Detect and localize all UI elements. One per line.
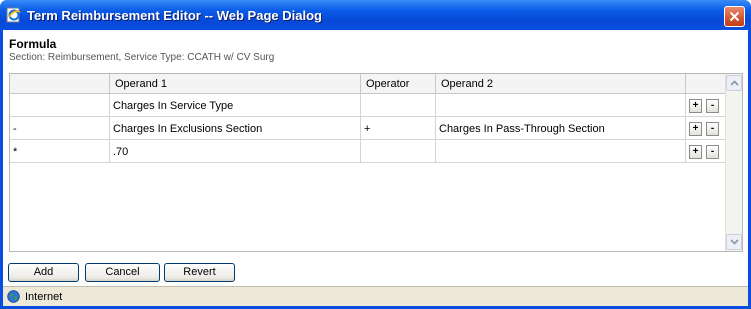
add-button[interactable]: Add [8, 263, 79, 282]
row3-leading-cell[interactable]: * [10, 140, 110, 163]
row1-operand1-cell[interactable]: Charges In Service Type [110, 94, 361, 117]
globe-icon [7, 290, 20, 303]
row2-leading-cell[interactable]: - [10, 117, 110, 140]
security-zone-label: Internet [25, 291, 63, 303]
column-header-operator: Operator [361, 74, 436, 94]
window-title: Term Reimbursement Editor -- Web Page Di… [27, 8, 322, 23]
row1-remove-button[interactable]: - [706, 99, 719, 113]
ie-page-icon [6, 7, 21, 23]
dialog-window: Term Reimbursement Editor -- Web Page Di… [0, 0, 751, 309]
close-x-icon [729, 11, 740, 22]
revert-button[interactable]: Revert [164, 263, 235, 282]
close-button[interactable] [724, 6, 745, 27]
column-header-operand1: Operand 1 [110, 74, 361, 94]
formula-header: Formula Section: Reimbursement, Service … [9, 37, 274, 63]
row2-operator-cell[interactable]: + [361, 117, 436, 140]
row2-actions: + - [686, 117, 725, 140]
scroll-down-button[interactable] [726, 234, 742, 250]
row3-remove-button[interactable]: - [706, 145, 719, 159]
cancel-button[interactable]: Cancel [85, 263, 160, 282]
status-bar: Internet [3, 286, 748, 306]
formula-grid: Operand 1 Operator Operand 2 Charges In … [9, 73, 743, 252]
chevron-down-icon [730, 239, 739, 245]
row1-operator-cell[interactable] [361, 94, 436, 117]
row1-operand2-cell[interactable] [436, 94, 686, 117]
row2-operand1-cell[interactable]: Charges In Exclusions Section [110, 117, 361, 140]
row2-remove-button[interactable]: - [706, 122, 719, 136]
dialog-content: Formula Section: Reimbursement, Service … [3, 30, 748, 306]
row1-add-button[interactable]: + [689, 99, 702, 113]
formula-title: Formula [9, 37, 57, 51]
row3-operand2-cell[interactable] [436, 140, 686, 163]
column-header-operand2: Operand 2 [436, 74, 686, 94]
row3-add-button[interactable]: + [689, 145, 702, 159]
row3-operator-cell[interactable] [361, 140, 436, 163]
section-subtitle: Section: Reimbursement, Service Type: CC… [9, 52, 275, 63]
title-bar[interactable]: Term Reimbursement Editor -- Web Page Di… [0, 0, 751, 30]
chevron-up-icon [730, 80, 739, 86]
row2-add-button[interactable]: + [689, 122, 702, 136]
grid-vertical-scrollbar[interactable] [725, 74, 742, 251]
row3-operand1-cell[interactable]: .70 [110, 140, 361, 163]
row1-leading-cell[interactable] [10, 94, 110, 117]
row3-actions: + - [686, 140, 725, 163]
row1-actions: + - [686, 94, 725, 117]
column-header-leading [10, 74, 110, 94]
row2-operand2-cell[interactable]: Charges In Pass-Through Section [436, 117, 686, 140]
column-header-actions [686, 74, 725, 94]
scroll-up-button[interactable] [726, 75, 742, 91]
